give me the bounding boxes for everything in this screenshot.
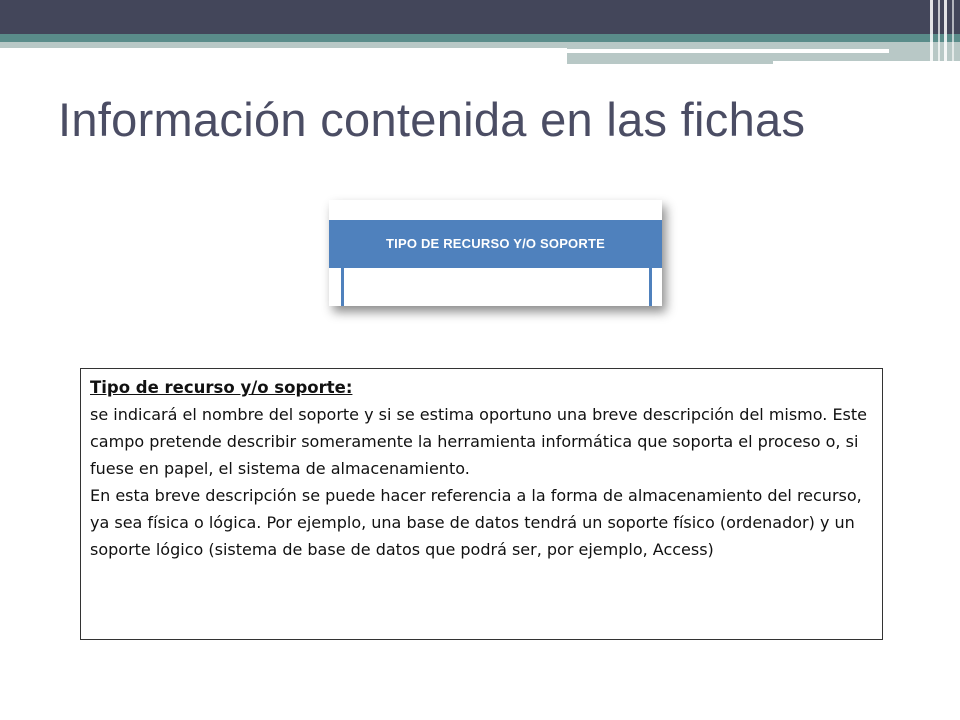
table-column-border-left — [341, 268, 344, 306]
banner-stripe — [930, 0, 933, 64]
accent-band — [0, 34, 960, 42]
description-paragraph: se indicará el nombre del soporte y si s… — [90, 405, 868, 478]
slide-title: Información contenida en las fichas — [58, 93, 806, 146]
banner-stripe — [938, 0, 940, 64]
table-header-image: TIPO DE RECURSO Y/O SOPORTE — [329, 200, 662, 306]
description-box: Tipo de recurso y/o soporte: se indicará… — [80, 368, 883, 640]
banner-stripe — [952, 0, 954, 64]
banner-rule-upper — [567, 49, 889, 53]
top-banner — [0, 0, 960, 34]
table-column-border-right — [649, 268, 652, 306]
description-heading: Tipo de recurso y/o soporte: — [90, 378, 353, 397]
description-paragraph: En esta breve descripción se puede hacer… — [90, 486, 862, 559]
table-header-cell: TIPO DE RECURSO Y/O SOPORTE — [329, 220, 662, 268]
banner-stripe — [944, 0, 947, 64]
